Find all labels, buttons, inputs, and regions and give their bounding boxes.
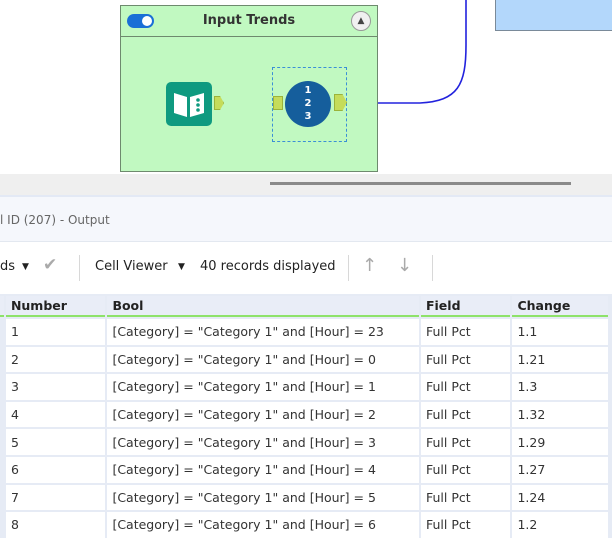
header-row: Number Bool Field Change [0, 296, 608, 317]
table-cell[interactable]: Full Pct [420, 319, 511, 345]
horizontal-scrollbar[interactable] [270, 182, 571, 185]
tool-number: 3 [304, 111, 312, 122]
row-selector[interactable] [0, 346, 4, 373]
tool-container-input-trends[interactable]: Input Trends ▲ 1 2 3 [120, 5, 378, 172]
row-selector[interactable] [0, 374, 4, 400]
table-row[interactable]: 4 [Category] = "Category 1" and [Hour] = … [0, 401, 608, 428]
workflow-canvas[interactable]: Input Trends ▲ 1 2 3 [0, 0, 612, 174]
records-dropdown[interactable]: ds [0, 259, 15, 274]
table-cell[interactable]: Full Pct [420, 484, 511, 511]
table-cell[interactable]: [Category] = "Category 1" and [Hour] = 6 [107, 512, 419, 538]
table-cell[interactable]: 1.27 [512, 456, 608, 483]
row-selector[interactable] [0, 484, 4, 511]
table-cell[interactable]: 5 [5, 429, 106, 455]
record-id-tool-icon[interactable]: 1 2 3 [285, 81, 331, 127]
container-header: Input Trends ▲ [121, 6, 377, 37]
collapse-icon[interactable]: ▲ [351, 11, 371, 31]
table-cell[interactable]: 1.29 [512, 429, 608, 455]
row-selector[interactable] [0, 512, 4, 538]
row-selector-header [0, 296, 4, 317]
table-cell[interactable]: [Category] = "Category 1" and [Hour] = 1 [107, 374, 419, 400]
table-cell[interactable]: 1.2 [512, 512, 608, 538]
table-row[interactable]: 1 [Category] = "Category 1" and [Hour] = … [0, 319, 608, 345]
table-cell[interactable]: [Category] = "Category 1" and [Hour] = 3 [107, 429, 419, 455]
table-cell[interactable]: Full Pct [420, 374, 511, 400]
table-row[interactable]: 5 [Category] = "Category 1" and [Hour] = … [0, 429, 608, 455]
table-cell[interactable]: Full Pct [420, 401, 511, 428]
column-header[interactable]: Number [5, 296, 106, 317]
arrow-up-icon[interactable]: ↑ [362, 255, 377, 276]
input-data-tool-icon[interactable] [166, 82, 212, 126]
results-toolbar: ds ▼ ✔ Cell Viewer ▼ 40 records displaye… [0, 243, 612, 293]
input-anchor[interactable] [273, 96, 283, 110]
table-cell[interactable]: 1.1 [512, 319, 608, 345]
table-cell[interactable]: 1.32 [512, 401, 608, 428]
cell-viewer-dropdown[interactable]: Cell Viewer [95, 259, 168, 274]
table-cell[interactable]: Full Pct [420, 346, 511, 373]
container-title: Input Trends [202, 13, 296, 28]
table-row[interactable]: 7 [Category] = "Category 1" and [Hour] = … [0, 484, 608, 511]
tool-number: 1 [304, 85, 312, 96]
table-cell[interactable]: 1.3 [512, 374, 608, 400]
column-header[interactable]: Field [420, 296, 511, 317]
row-selector[interactable] [0, 319, 4, 345]
output-anchor[interactable] [214, 96, 224, 110]
column-header[interactable]: Bool [107, 296, 419, 317]
table-cell[interactable]: 1.21 [512, 346, 608, 373]
table-cell[interactable]: 4 [5, 401, 106, 428]
table-cell[interactable]: [Category] = "Category 1" and [Hour] = 4 [107, 456, 419, 483]
table-cell[interactable]: [Category] = "Category 1" and [Hour] = 2 [107, 401, 419, 428]
table-row[interactable]: 2 [Category] = "Category 1" and [Hour] = … [0, 346, 608, 373]
output-title: l ID (207) - Output [0, 213, 110, 227]
table-cell[interactable]: 1.24 [512, 484, 608, 511]
table-row[interactable]: 6 [Category] = "Category 1" and [Hour] = … [0, 456, 608, 483]
table-cell[interactable]: 1 [5, 319, 106, 345]
table-cell[interactable]: [Category] = "Category 1" and [Hour] = 0 [107, 346, 419, 373]
table-cell[interactable]: Full Pct [420, 456, 511, 483]
output-title-bar: l ID (207) - Output [0, 195, 612, 242]
table-cell[interactable]: [Category] = "Category 1" and [Hour] = 5 [107, 484, 419, 511]
table-cell[interactable]: 8 [5, 512, 106, 538]
results-table: Number Bool Field Change 1 [Category] = "… [0, 294, 610, 540]
tool-number: 2 [304, 98, 312, 109]
table-cell[interactable]: 3 [5, 374, 106, 400]
divider [348, 255, 349, 281]
table-cell[interactable]: [Category] = "Category 1" and [Hour] = 2… [107, 319, 419, 345]
table-cell[interactable]: 2 [5, 346, 106, 373]
results-grid[interactable]: Number Bool Field Change 1 [Category] = "… [0, 294, 612, 538]
chevron-down-icon[interactable]: ▼ [22, 262, 29, 272]
arrow-down-icon[interactable]: ↓ [397, 255, 412, 276]
row-selector[interactable] [0, 401, 4, 428]
checkmark-icon[interactable]: ✔ [43, 255, 57, 275]
row-selector[interactable] [0, 429, 4, 455]
divider [79, 255, 80, 281]
table-cell[interactable]: Full Pct [420, 512, 511, 538]
table-cell[interactable]: 7 [5, 484, 106, 511]
chevron-down-icon[interactable]: ▼ [178, 262, 185, 272]
table-row[interactable]: 3 [Category] = "Category 1" and [Hour] = … [0, 374, 608, 400]
divider [432, 255, 433, 281]
row-selector[interactable] [0, 456, 4, 483]
table-cell[interactable]: 6 [5, 456, 106, 483]
records-count: 40 records displayed [200, 259, 336, 274]
column-header[interactable]: Change [512, 296, 608, 317]
table-row[interactable]: 8 [Category] = "Category 1" and [Hour] = … [0, 512, 608, 538]
table-cell[interactable]: Full Pct [420, 429, 511, 455]
